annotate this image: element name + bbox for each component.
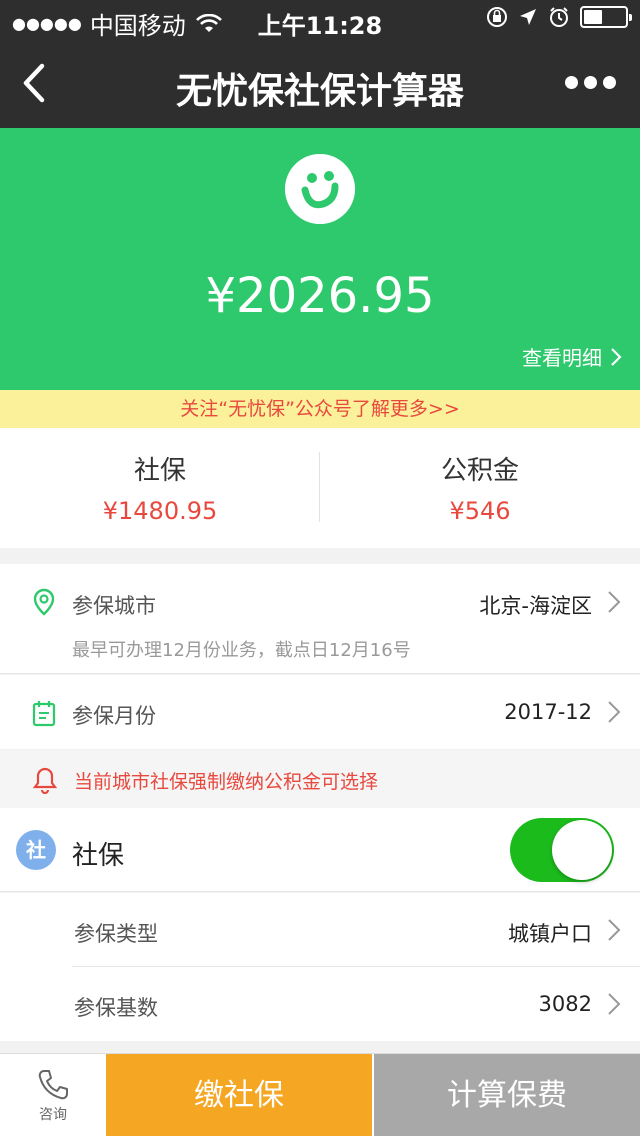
- fund-alert-row: 当前城市社保强制缴纳公积金可选择: [0, 750, 640, 808]
- consult-label: 咨询: [39, 1107, 67, 1123]
- insured-city-value: 北京-海淀区: [479, 594, 592, 618]
- more-dot: [603, 76, 616, 89]
- calculate-fee-button[interactable]: 计算保费: [374, 1054, 640, 1136]
- status-right: [486, 6, 632, 28]
- page-title: 无忧保社保计算器: [175, 71, 464, 112]
- bottom-action-bar: 咨询 缴社保 计算保费: [0, 1053, 640, 1136]
- battery-level: [584, 10, 602, 24]
- insured-city-row[interactable]: 参保城市 北京-海淀区 最早可办理12月份业务，截点日12月16号: [0, 564, 640, 674]
- more-dot: [584, 76, 597, 89]
- insurance-base-value: 3082: [538, 992, 592, 1016]
- insured-month-label: 参保月份: [72, 704, 156, 728]
- total-hero: ¥2026.95 查看明细: [0, 128, 640, 390]
- social-section-label: 社保: [72, 841, 125, 871]
- insurance-base-row[interactable]: 参保基数 3082: [0, 967, 640, 1041]
- view-detail-link[interactable]: 查看明细: [522, 342, 622, 371]
- insured-city-label: 参保城市: [72, 594, 156, 618]
- chevron-right-icon: [611, 347, 622, 366]
- alarm-icon: [550, 7, 568, 27]
- fund-summary-label: 公积金: [440, 456, 519, 486]
- calendar-icon: [32, 701, 56, 727]
- bell-icon: [32, 767, 58, 794]
- insured-month-row[interactable]: 参保月份 2017-12: [0, 675, 640, 749]
- chevron-right-icon: [608, 993, 621, 1015]
- cost-summary: 社保 ¥1480.95 公积金 ¥546: [0, 428, 640, 548]
- insurance-base-label: 参保基数: [74, 996, 158, 1020]
- wuyoubao-logo-icon: [285, 154, 355, 224]
- social-insurance-row: 社 社保: [0, 808, 640, 892]
- city-business-note: 最早可办理12月份业务，截点日12月16号: [72, 640, 411, 661]
- location-pin-icon: [33, 588, 55, 616]
- chevron-right-icon: [608, 701, 621, 723]
- social-summary-label: 社保: [133, 456, 186, 486]
- social-summary: 社保 ¥1480.95: [0, 428, 320, 548]
- social-badge-icon: 社: [16, 830, 56, 870]
- phone-icon: [38, 1070, 68, 1100]
- status-bar: ●●●●● 中国移动 上午11:28: [0, 0, 640, 40]
- insurance-type-row[interactable]: 参保类型 城镇户口: [0, 893, 640, 967]
- pay-social-button[interactable]: 缴社保: [106, 1054, 372, 1136]
- chevron-right-icon: [608, 591, 621, 613]
- toggle-knob: [552, 820, 612, 880]
- fund-alert-text: 当前城市社保强制缴纳公积金可选择: [74, 771, 379, 793]
- more-dot: [565, 76, 578, 89]
- rotation-lock-icon: [487, 7, 507, 27]
- social-insurance-toggle[interactable]: [510, 818, 614, 882]
- insurance-type-value: 城镇户口: [508, 922, 592, 946]
- insurance-type-label: 参保类型: [74, 922, 158, 946]
- social-summary-value: ¥1480.95: [102, 497, 218, 525]
- total-amount: ¥2026.95: [205, 268, 435, 324]
- fund-summary-value: ¥546: [449, 497, 511, 525]
- chevron-right-icon: [608, 919, 621, 941]
- nav-bar: 无忧保社保计算器: [0, 40, 640, 128]
- view-detail-label: 查看明细: [522, 346, 602, 370]
- follow-notice-banner[interactable]: 关注“无忧保”公众号了解更多>>: [0, 390, 640, 428]
- fund-summary: 公积金 ¥546: [320, 428, 640, 548]
- battery-icon: [580, 6, 632, 28]
- more-dots-icon[interactable]: [565, 76, 616, 89]
- location-arrow-icon: [520, 9, 536, 25]
- consult-button[interactable]: 咨询: [0, 1054, 106, 1136]
- insured-month-value: 2017-12: [504, 700, 592, 724]
